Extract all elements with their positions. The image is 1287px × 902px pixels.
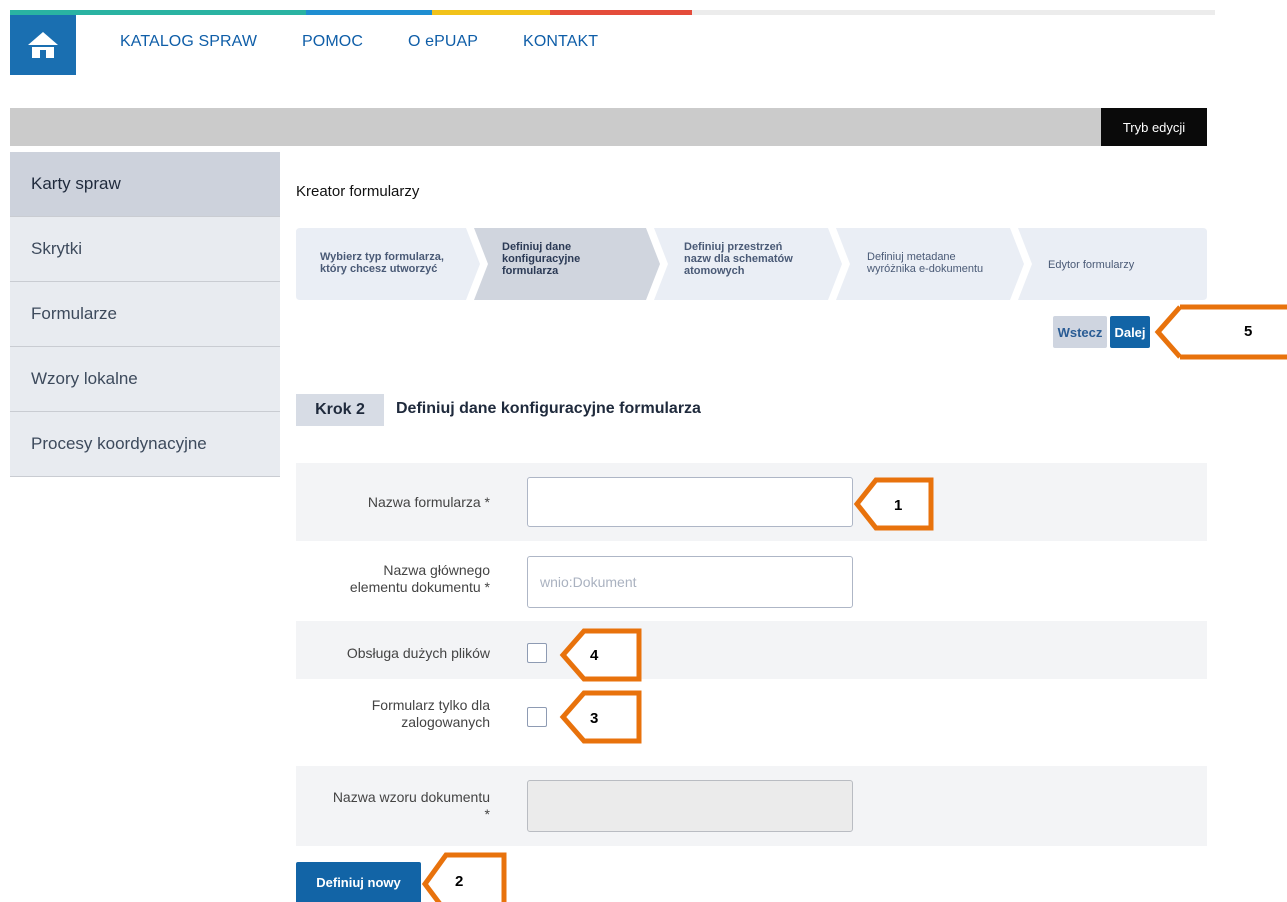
callout-5-label: 5 xyxy=(1244,323,1253,340)
wizard-step-3-line-3: atomowych xyxy=(684,265,745,277)
callout-3-marker xyxy=(559,690,642,744)
logged-only-checkbox[interactable] xyxy=(527,707,547,727)
sidebar: Karty spraw Skrytki Formularze Wzory lok… xyxy=(10,152,280,477)
toolbar-bar xyxy=(10,108,1207,146)
wizard-step-1-line-1: Wybierz typ formularza, xyxy=(320,251,444,263)
logged-only-label: Formularz tylko dla zalogowanych xyxy=(296,697,490,731)
large-files-checkbox[interactable] xyxy=(527,643,547,663)
wizard-step-2-line-2: konfiguracyjne xyxy=(502,253,581,265)
wizard-step-4-label: Definiuj metadane wyróżnika e-dokumentu xyxy=(867,251,983,275)
callout-2-label: 2 xyxy=(455,873,464,890)
callout-1-marker xyxy=(853,477,934,531)
callout-4-marker xyxy=(559,628,642,682)
next-button[interactable]: Dalej xyxy=(1110,316,1150,348)
callout-4-label: 4 xyxy=(590,647,599,664)
callout-3-label: 3 xyxy=(590,710,599,727)
template-name-label-line-2: * xyxy=(484,806,490,822)
edit-mode-button[interactable]: Tryb edycji xyxy=(1101,108,1207,146)
main-nav: KATALOG SPRAW POMOC O ePUAP KONTAKT xyxy=(120,33,643,51)
step-number-badge: Krok 2 xyxy=(296,394,384,426)
large-files-label: Obsługa dużych plików xyxy=(346,645,490,661)
root-element-input[interactable] xyxy=(527,556,853,608)
step-heading: Definiuj dane konfiguracyjne formularza xyxy=(396,400,701,417)
sidebar-item-wzory-lokalne[interactable]: Wzory lokalne xyxy=(10,347,280,412)
nav-katalog-spraw[interactable]: KATALOG SPRAW xyxy=(120,33,257,51)
home-button[interactable] xyxy=(10,15,76,75)
color-stripe xyxy=(10,10,1215,15)
sidebar-item-procesy-koordynacyjne[interactable]: Procesy koordynacyjne xyxy=(10,412,280,477)
wizard-steps: Wybierz typ formularza, który chcesz utw… xyxy=(296,228,1207,300)
template-name-label: Nazwa wzoru dokumentu * xyxy=(296,789,490,823)
wizard-step-3-line-2: nazw dla schematów xyxy=(684,253,793,265)
wizard-step-4-line-2: wyróżnika e-dokumentu xyxy=(867,263,984,275)
template-name-label-line-1: Nazwa wzoru dokumentu xyxy=(332,789,490,805)
callout-5-marker xyxy=(1154,304,1287,360)
wizard-step-3-label: Definiuj przestrzeń nazw dla schematów a… xyxy=(684,241,793,277)
home-icon xyxy=(28,32,58,58)
wizard-step-4-line-1: Definiuj metadane xyxy=(867,251,956,263)
stripe-grey xyxy=(692,10,1215,15)
root-element-label: Nazwa głównego elementu dokumentu * xyxy=(296,562,490,596)
nav-pomoc[interactable]: POMOC xyxy=(302,33,363,51)
sidebar-item-karty-spraw[interactable]: Karty spraw xyxy=(10,152,280,217)
form-name-input[interactable] xyxy=(527,477,853,527)
page-title: Kreator formularzy xyxy=(296,183,420,200)
back-button[interactable]: Wstecz xyxy=(1053,316,1107,348)
wizard-step-2-line-1: Definiuj dane xyxy=(502,241,572,253)
wizard-step-1-line-2: który chcesz utworzyć xyxy=(320,263,438,275)
logged-only-label-line-1: Formularz tylko dla xyxy=(371,697,490,713)
wizard-step-3-line-1: Definiuj przestrzeń xyxy=(684,241,783,253)
form-name-label: Nazwa formularza * xyxy=(367,494,490,510)
nav-kontakt[interactable]: KONTAKT xyxy=(523,33,598,51)
wizard-step-2-line-3: formularza xyxy=(502,265,559,277)
wizard-step-5-line-1: Edytor formularzy xyxy=(1048,259,1135,271)
stripe-yellow xyxy=(432,10,550,15)
stripe-red xyxy=(550,10,692,15)
wizard-step-2-label: Definiuj dane konfiguracyjne formularza xyxy=(502,241,580,277)
template-name-input xyxy=(527,780,853,832)
stripe-blue xyxy=(306,10,432,15)
nav-o-epuap[interactable]: O ePUAP xyxy=(408,33,478,51)
root-element-label-line-1: Nazwa głównego xyxy=(383,562,490,578)
wizard-step-1-label: Wybierz typ formularza, który chcesz utw… xyxy=(320,251,444,275)
callout-2-marker xyxy=(421,852,507,902)
root-element-label-line-2: elementu dokumentu * xyxy=(349,579,490,595)
wizard-step-5-label: Edytor formularzy xyxy=(1048,259,1134,271)
callout-1-label: 1 xyxy=(894,497,903,514)
sidebar-item-skrytki[interactable]: Skrytki xyxy=(10,217,280,282)
sidebar-item-formularze[interactable]: Formularze xyxy=(10,282,280,347)
logged-only-label-line-2: zalogowanych xyxy=(401,714,490,730)
define-new-button[interactable]: Definiuj nowy xyxy=(296,862,421,902)
